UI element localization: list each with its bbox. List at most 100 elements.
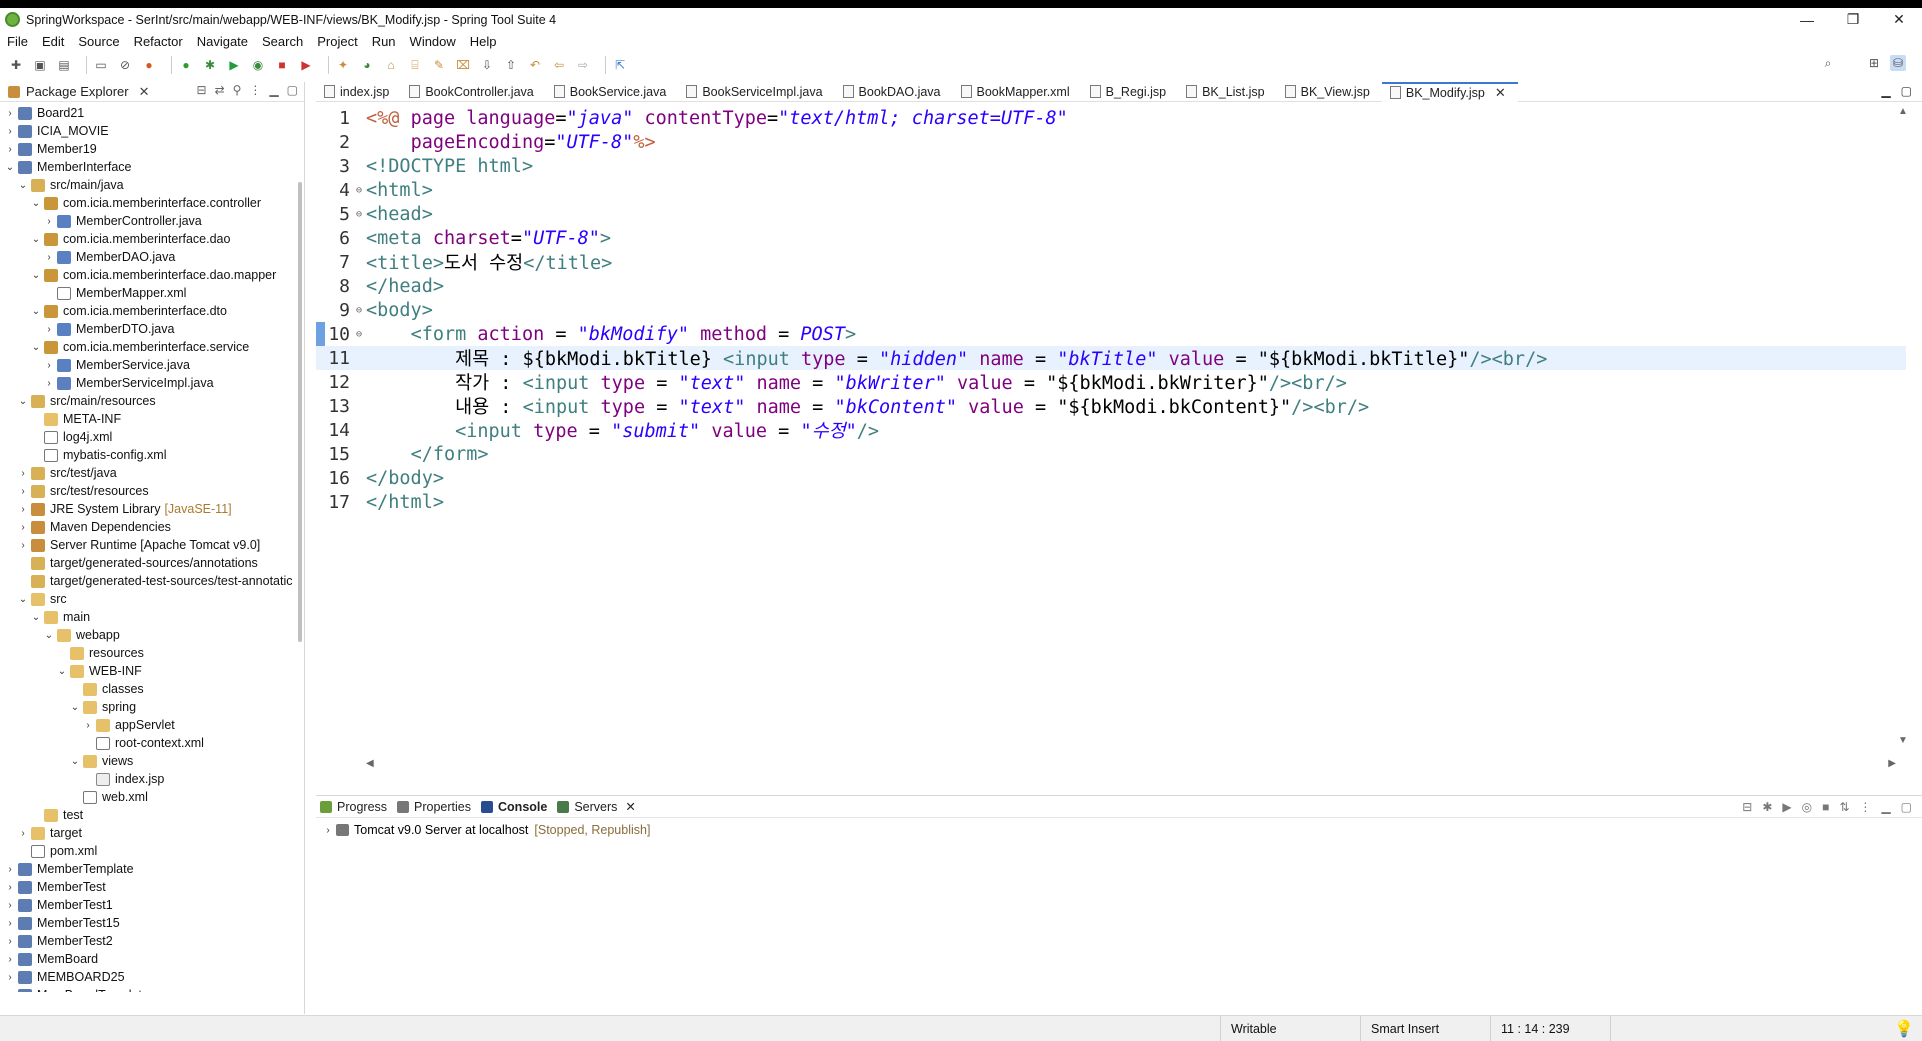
chevron-down-icon[interactable]: ⌄ [17,396,29,407]
tab-properties[interactable]: Properties [393,796,477,818]
tree-item[interactable]: › ICIA_MOVIE [0,122,296,140]
save-icon[interactable]: ▣ [32,57,48,73]
fold-icon[interactable]: ⊖ [356,209,364,220]
chevron-down-icon[interactable]: ⌄ [69,702,81,713]
tree-item[interactable]: ⌄ com.icia.memberinterface.controller [0,194,296,212]
chevron-right-icon[interactable]: › [4,126,16,137]
editor-tab[interactable]: B_Regi.jsp [1082,82,1178,102]
tree-item[interactable]: › target [0,824,296,842]
expand-icon[interactable]: › [322,825,334,836]
tree-item[interactable]: › MemBoardTemplate [0,986,296,992]
stop-server-icon[interactable]: ■ [1822,800,1829,814]
previous-annotation-icon[interactable]: ⇧ [503,57,519,73]
tree-item[interactable]: META-INF [0,410,296,428]
menu-search[interactable]: Search [255,34,310,49]
tree-item[interactable]: ⌄ com.icia.memberinterface.service [0,338,296,356]
tree-item[interactable]: › MemberController.java [0,212,296,230]
chevron-right-icon[interactable]: › [17,540,29,551]
minimize-editor-icon[interactable]: ▁ [1881,84,1890,98]
menu-help[interactable]: Help [463,34,504,49]
code-line[interactable]: 9 ⊖ <body> [316,298,1906,322]
maximize-view-icon[interactable]: ▢ [1901,800,1912,814]
menu-refactor[interactable]: Refactor [127,34,190,49]
editor-tab[interactable]: BookService.java [546,82,679,102]
editor-vertical-scrollbar[interactable]: ▲ ▼ [1898,106,1910,746]
code-line[interactable]: 6 <meta charset="UTF-8"> [316,226,1906,250]
chevron-down-icon[interactable]: ⌄ [30,612,42,623]
search-toolbar-icon[interactable]: ✎ [431,57,447,73]
tree-item[interactable]: ⌄ src/main/java [0,176,296,194]
tree-item[interactable]: mybatis-config.xml [0,446,296,464]
tab-package-explorer[interactable]: Package Explorer ✕ [0,82,158,102]
chevron-right-icon[interactable]: › [43,216,55,227]
server-row[interactable]: › Tomcat v9.0 Server at localhost [Stopp… [316,821,1922,839]
menu-navigate[interactable]: Navigate [190,34,255,49]
tree-item[interactable]: › MemberTest15 [0,914,296,932]
code-line[interactable]: 14 <input type = "submit" value = "수정"/> [316,418,1906,443]
new-package-icon[interactable]: ◕ [359,57,375,73]
last-edit-icon[interactable]: ↶ [527,57,543,73]
tree-vertical-scrollbar[interactable] [298,182,302,642]
chevron-right-icon[interactable]: › [4,144,16,155]
debug-icon[interactable]: ✱ [202,57,218,73]
tree-item[interactable]: test [0,806,296,824]
chevron-right-icon[interactable]: › [43,252,55,263]
forward-icon[interactable]: ⇨ [575,57,591,73]
chevron-down-icon[interactable]: ⌄ [17,594,29,605]
publish-icon[interactable]: ⇅ [1839,800,1849,814]
tree-item[interactable]: › MemberTest1 [0,896,296,914]
tree-item[interactable]: log4j.xml [0,428,296,446]
view-menu-icon[interactable]: ⋮ [1859,800,1871,814]
code-line[interactable]: 4 ⊖ <html> [316,178,1906,202]
tree-item[interactable]: › MemberTemplate [0,860,296,878]
editor-tab[interactable]: BookController.java [401,82,545,102]
tree-item[interactable]: root-context.xml [0,734,296,752]
tree-item[interactable]: › appServlet [0,716,296,734]
close-icon[interactable]: ✕ [139,84,150,100]
tree-item[interactable]: ⌄ com.icia.memberinterface.dao.mapper [0,266,296,284]
code-line[interactable]: 5 ⊖ <head> [316,202,1906,226]
tree-item[interactable]: › MemberService.java [0,356,296,374]
editor-tab[interactable]: BookDAO.java [835,82,953,102]
tree-item[interactable]: ⌄ com.icia.memberinterface.dao [0,230,296,248]
open-task-icon[interactable]: ⌸ [407,57,423,73]
tree-item[interactable]: ⌄ main [0,608,296,626]
editor-tab[interactable]: BookMapper.xml [953,82,1082,102]
back-icon[interactable]: ⇦ [551,57,567,73]
tree-item[interactable]: › src/test/resources [0,482,296,500]
tab-progress[interactable]: Progress [316,796,393,818]
chevron-right-icon[interactable]: › [43,360,55,371]
code-line[interactable]: 15 </form> [316,442,1906,466]
tree-item[interactable]: ⌄ MemberInterface [0,158,296,176]
chevron-right-icon[interactable]: › [17,828,29,839]
chevron-right-icon[interactable]: › [4,108,16,119]
close-window-button[interactable]: ✕ [1876,8,1922,31]
editor-tab[interactable]: BookServiceImpl.java [678,82,834,102]
fold-icon[interactable]: ⊖ [356,185,364,196]
collapse-icon[interactable]: ⊟ [1742,800,1752,814]
menu-run[interactable]: Run [365,34,403,49]
chevron-right-icon[interactable]: › [4,918,16,929]
chevron-right-icon[interactable]: › [4,936,16,947]
tree-item[interactable]: target/generated-sources/annotations [0,554,296,572]
tree-item[interactable]: › MemberServiceImpl.java [0,374,296,392]
chevron-right-icon[interactable]: › [43,378,55,389]
chevron-right-icon[interactable]: › [4,882,16,893]
collapse-all-icon[interactable]: ⊟ [197,83,207,97]
fold-icon[interactable]: ⊖ [356,305,364,316]
open-folder-icon[interactable]: ⌧ [455,57,471,73]
spring-boot-icon[interactable]: ● [141,57,157,73]
tree-item[interactable]: ⌄ webapp [0,626,296,644]
tree-item[interactable]: pom.xml [0,842,296,860]
tree-item[interactable]: index.jsp [0,770,296,788]
tree-item[interactable]: › MemberTest2 [0,932,296,950]
start-server-icon[interactable]: ● [178,57,194,73]
editor-tab[interactable]: BK_Modify.jsp ✕ [1381,81,1518,102]
code-line[interactable]: 10 ⊖ <form action = "bkModify" method = P… [316,322,1906,346]
tree-item[interactable]: ⌄ WEB-INF [0,662,296,680]
code-line[interactable]: 2 pageEncoding="UTF-8"%> [316,130,1906,154]
external-tools-icon[interactable]: ▶ [298,57,314,73]
chevron-right-icon[interactable]: › [17,468,29,479]
chevron-down-icon[interactable]: ⌄ [30,234,42,245]
stop-icon[interactable]: ■ [274,57,290,73]
